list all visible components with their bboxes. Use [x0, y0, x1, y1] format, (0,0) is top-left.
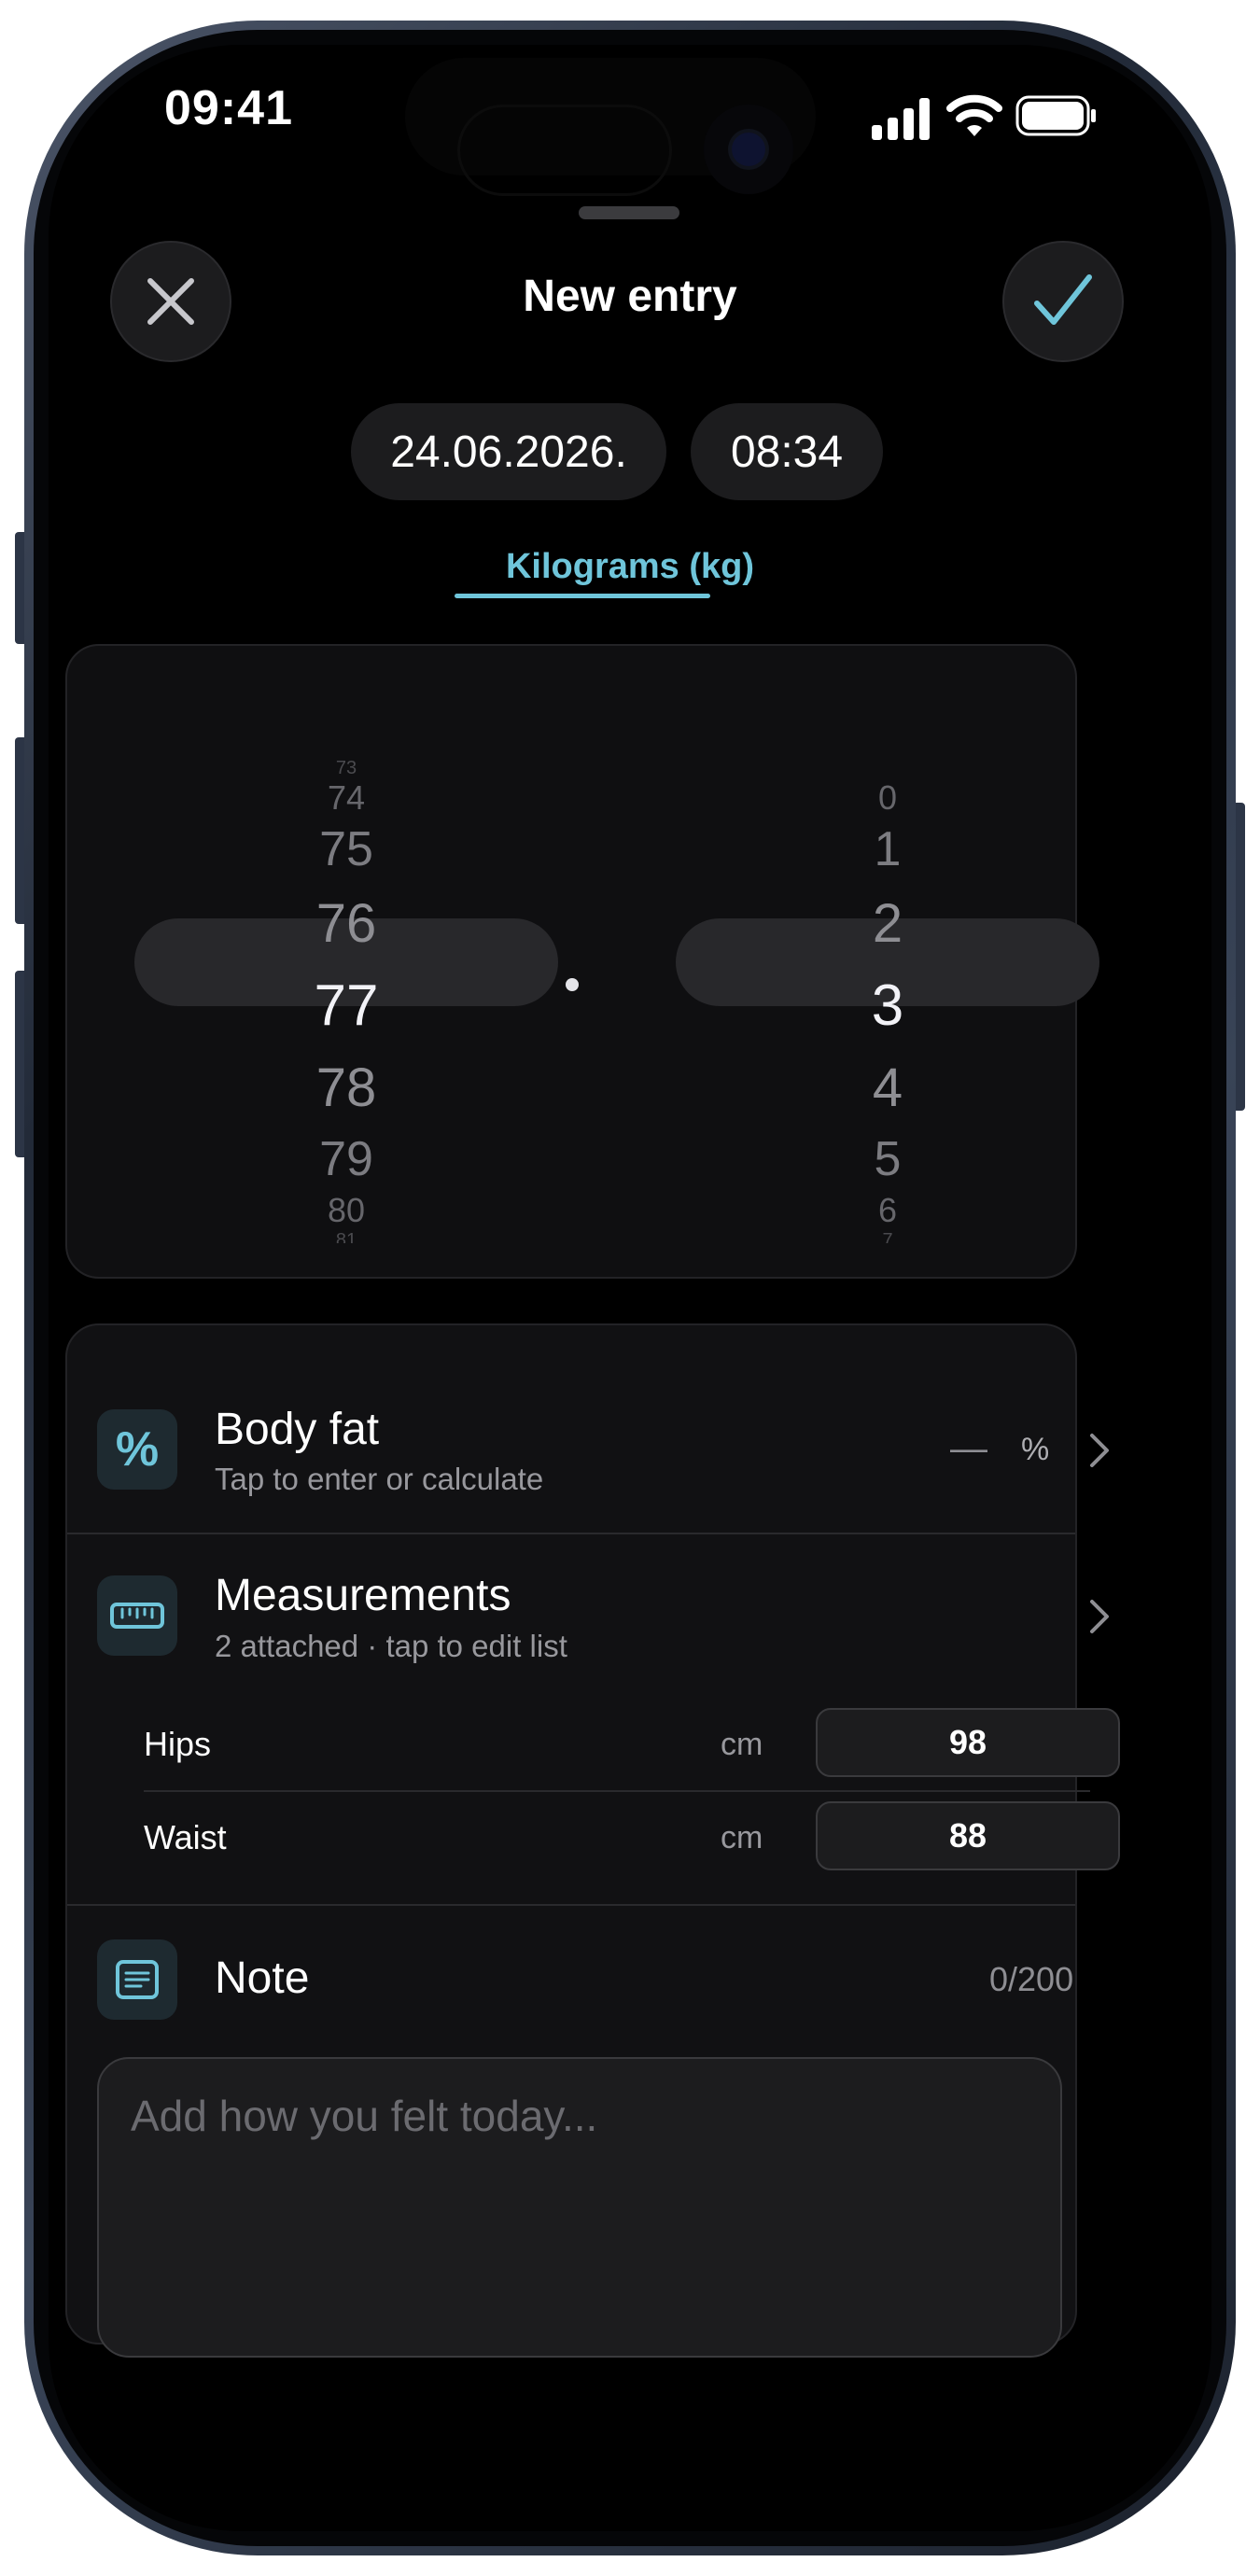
checkmark-icon [1034, 274, 1092, 325]
wheel-item: 6 [877, 1191, 898, 1229]
body-fat-value: — [950, 1428, 987, 1469]
confirm-button[interactable] [1002, 241, 1124, 362]
percent-icon: % [115, 1422, 160, 1477]
body-fat-unit: % [1021, 1432, 1050, 1467]
signal-icon [872, 98, 930, 140]
note-icon [116, 1960, 159, 1999]
measurement-label: Hips [144, 1725, 212, 1763]
date-chip[interactable]: 24.06.2026. [351, 403, 666, 500]
wheel-item: 81 [335, 1230, 357, 1243]
sheet-grabber[interactable] [579, 206, 679, 219]
time-chip[interactable]: 08:34 [691, 403, 883, 500]
wheel-item: 75 [319, 822, 373, 876]
note-counter: 0/200 [989, 1960, 1074, 1998]
wheel-item: 0 [877, 778, 898, 817]
wheel-item: 2 [872, 893, 903, 954]
camera-lens [732, 133, 765, 166]
status-icons [821, 90, 1101, 146]
wheel-item: 80 [327, 1191, 366, 1229]
wheel-item: 1 [874, 822, 902, 876]
note-placeholder: Add how you felt today... [131, 2092, 598, 2140]
hips-input[interactable]: 98 [816, 1708, 1120, 1777]
note-icon-tile [97, 1939, 177, 2020]
wheel-item: 78 [315, 1057, 377, 1118]
unit-selector[interactable]: Kilograms (kg) [49, 547, 1211, 587]
unit-underline [455, 594, 710, 598]
wheel-item: 73 [335, 758, 357, 778]
chevron-right-icon [1090, 1600, 1109, 1633]
measurement-unit: cm [721, 1820, 763, 1855]
battery-icon [1015, 95, 1096, 136]
wheel-item: 5 [874, 1132, 902, 1186]
chevron-right-icon [1090, 1434, 1109, 1467]
status-time: 09:41 [164, 81, 293, 135]
note-title: Note [215, 1953, 310, 2003]
wheel-item: 79 [319, 1132, 373, 1186]
body-fat-title: Body fat [215, 1405, 380, 1454]
measurements-icon-tile [97, 1575, 177, 1656]
wheel-item: 4 [872, 1057, 903, 1118]
decimal-selected-value: 3 [871, 973, 904, 1038]
ruler-icon [110, 1603, 164, 1629]
measurement-label: Waist [144, 1818, 227, 1856]
decimal-separator [566, 978, 579, 991]
divider [67, 1904, 1075, 1906]
wheel-item: 7 [882, 1230, 893, 1243]
body-fat-icon-tile: % [97, 1409, 177, 1490]
measurements-title: Measurements [215, 1571, 511, 1620]
island-sensor [457, 105, 672, 196]
body-fat-subtitle: Tap to enter or calculate [215, 1462, 544, 1496]
wifi-icon [946, 94, 1002, 136]
divider [144, 1790, 1090, 1792]
divider [67, 1533, 1075, 1534]
screen: 09:41 New entry 24.06.2026. 08:34 Kilogr… [49, 45, 1211, 2531]
measurement-unit: cm [721, 1727, 763, 1762]
wheel-item: 76 [315, 893, 377, 954]
measurements-subtitle: 2 attached · tap to edit list [215, 1629, 567, 1663]
wheel-item: 74 [327, 778, 366, 817]
waist-input[interactable]: 88 [816, 1801, 1120, 1870]
whole-selected-value: 77 [314, 973, 379, 1038]
